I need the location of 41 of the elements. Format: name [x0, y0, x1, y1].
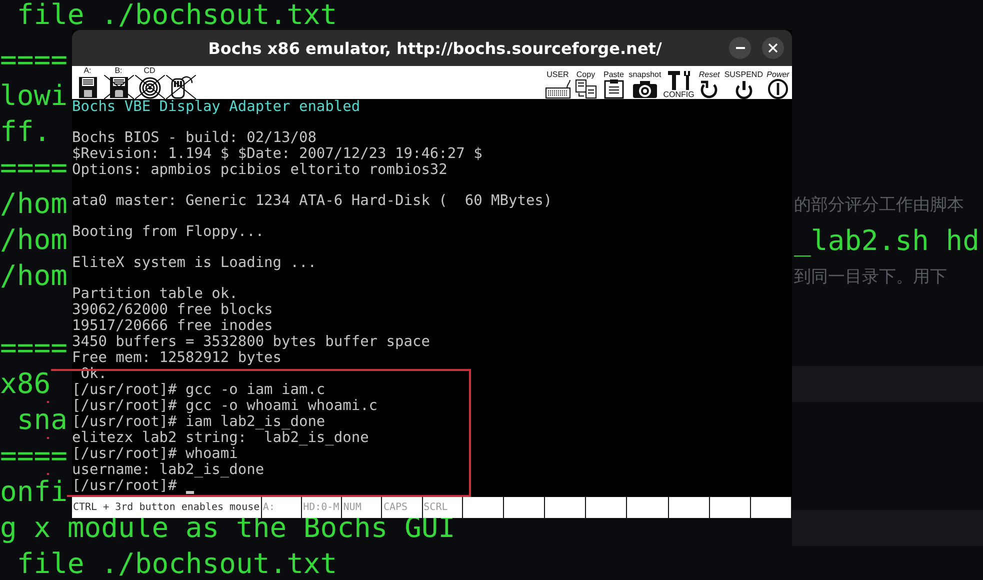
console-line: [/usr/root]# gcc -o iam iam.c: [72, 382, 326, 398]
terminal-line: file ./bochsout.txt: [16, 547, 338, 580]
console-line: [/usr/root]# iam lab2_is_done: [72, 414, 326, 430]
console-line: 19517/20666 free inodes: [72, 318, 273, 334]
copy-icon: [572, 79, 599, 99]
console-line: [/usr/root]# whoami: [72, 446, 238, 462]
console-line: [/usr/root]# gcc -o whoami whoami.c: [72, 398, 378, 414]
console-line: [/usr/root]#: [72, 478, 178, 494]
drive-button[interactable]: B:: [103, 66, 134, 99]
paragraph-text: 的部分评分工作由脚本: [794, 194, 964, 216]
paragraph-text: 到同一目录下。用下: [794, 266, 947, 288]
console-line: 39062/62000 free blocks: [72, 302, 273, 318]
console-line: EliteX system is Loading ...: [72, 255, 316, 271]
close-button[interactable]: [762, 37, 784, 59]
console-line: Bochs VBE Display Adapter enabled: [72, 99, 360, 115]
camera-icon: [632, 79, 658, 99]
console-line: Bochs BIOS - build: 02/13/08: [72, 130, 316, 146]
status-indicator: CAPS: [382, 497, 423, 518]
status-indicator: NUM: [342, 497, 382, 518]
console-line: Booting from Floppy...: [72, 224, 264, 240]
console-line: Partition table ok.: [72, 286, 238, 302]
power-icon: [765, 79, 791, 99]
status-indicator: A:: [262, 497, 302, 518]
terminal-line: file ./bochsout.txt: [16, 0, 338, 29]
code-line: _lab2.sh hd: [794, 224, 980, 256]
console-line: 3450 buffers = 3532800 bytes buffer space: [72, 334, 430, 350]
console-line: ata0 master: Generic 1234 ATA-6 Hard-Disk ( 60 MBytes): [72, 193, 552, 209]
console-line: $Revision: 1.194 $ $Date: 2007/12/23 19:46:27 $: [72, 146, 482, 162]
minimize-icon: [736, 47, 744, 49]
tools-icon: [666, 70, 692, 90]
console-line: Options: apmbios pcibios eltorito rombios32: [72, 162, 448, 178]
status-message: CTRL + 3rd button enables mouse: [72, 497, 262, 518]
console-line: elitezx lab2 string: lab2_is_done: [72, 430, 369, 446]
minimize-button[interactable]: [729, 37, 751, 59]
status-indicator: HD:0-M: [302, 497, 342, 518]
window-title: Bochs x86 emulator, http://bochs.sourceforge.net/: [207, 38, 663, 58]
console-line: Free mem: 12582912 bytes: [72, 350, 282, 366]
drive-button[interactable]: CD: [134, 66, 165, 99]
status-indicator: SCRL: [422, 497, 463, 518]
console-line: username: lab2_is_done: [72, 462, 264, 478]
close-icon: [768, 43, 778, 53]
